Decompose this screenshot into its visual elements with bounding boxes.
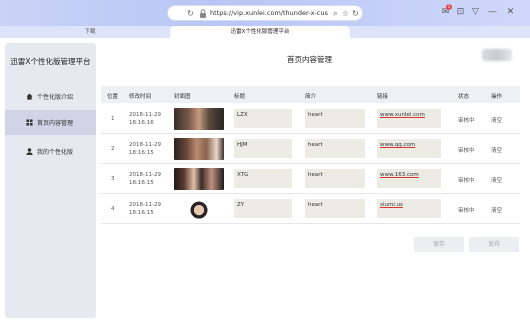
notification-badge: 1 [446, 4, 452, 10]
table-header: 位置 修改时间 封面图 标题 简介 链接 状态 操作 [101, 86, 520, 103]
sidebar-item-home-content[interactable]: 首页内容管理 [5, 110, 96, 135]
user-icon [26, 148, 33, 155]
col-cover: 封面图 [174, 94, 191, 100]
clear-button[interactable]: 清空 [491, 146, 502, 154]
row-index: 4 [111, 206, 115, 212]
row-index: 3 [111, 176, 115, 182]
col-title: 标题 [234, 94, 246, 100]
cover-image[interactable] [174, 108, 224, 130]
clear-button[interactable]: 清空 [491, 206, 502, 214]
tab-management[interactable]: 迅雷X个性化版管理平台 [170, 26, 350, 38]
col-status: 状态 [458, 94, 470, 100]
link-field[interactable]: www.163.com [377, 169, 441, 188]
title-field[interactable]: ZY [234, 199, 292, 218]
lock-icon [200, 9, 206, 18]
row-date: 2018-11-29 [129, 112, 161, 118]
intro-field[interactable]: heart [305, 139, 365, 158]
title-field[interactable]: LZX [234, 109, 292, 128]
row-date: 2018-11-29 [129, 142, 161, 148]
cover-image[interactable] [174, 198, 224, 220]
refresh-icon[interactable]: ↻ [185, 8, 196, 19]
col-action: 操作 [491, 94, 503, 100]
home-icon [26, 93, 33, 100]
app-content: 迅雷X个性化版管理平台 个性化版介绍 首页内容管理 我的个性化版 首页内容管理 … [0, 38, 530, 325]
intro-field[interactable]: heart [305, 109, 365, 128]
save-button[interactable]: 保存 [414, 237, 464, 252]
status-badge: 审核中 [458, 118, 475, 124]
cover-image[interactable] [174, 168, 224, 190]
page-title: 首页内容管理 [287, 55, 332, 64]
reload-icon[interactable]: ↻ [350, 8, 361, 19]
funnel-icon[interactable]: ▽ [470, 7, 481, 18]
col-modified: 修改时间 [129, 94, 152, 100]
col-position: 位置 [107, 94, 119, 100]
url-text: https://vip.xunlei.com/thunder-x-custom-… [210, 9, 328, 17]
avatar[interactable] [482, 49, 512, 61]
col-link: 链接 [377, 94, 389, 100]
sidebar: 迅雷X个性化版管理平台 个性化版介绍 首页内容管理 我的个性化版 [5, 43, 96, 318]
lock-shield-icon[interactable]: ⊡ [455, 7, 466, 18]
link-field[interactable]: www.qq.com [377, 139, 441, 158]
grid-icon [26, 119, 33, 126]
table-row: 2 2018-11-29 18:16:15 HJM heart www.qq.c… [101, 134, 520, 164]
link-field[interactable]: www.xunlei.com [377, 109, 441, 128]
close-icon[interactable]: ✕ [505, 7, 516, 18]
clear-button[interactable]: 清空 [491, 116, 502, 124]
browser-toolbar: ‹ › ↻ https://vip.xunlei.com/thunder-x-c… [0, 0, 530, 26]
table-row: 4 2018-11-29 18:16:15 ZY heart siumi.us … [101, 194, 520, 224]
row-time: 18:16:15 [129, 180, 154, 186]
row-index: 2 [111, 146, 115, 152]
intro-field[interactable]: heart [305, 169, 365, 188]
row-index: 1 [111, 116, 115, 122]
sidebar-item-intro[interactable]: 个性化版介绍 [5, 84, 96, 109]
title-field[interactable]: HJM [234, 139, 292, 158]
status-badge: 审核中 [458, 178, 475, 184]
row-time: 18:16:16 [129, 120, 154, 126]
status-badge: 审核中 [458, 208, 475, 214]
publish-button[interactable]: 发布 [469, 237, 519, 252]
link-field[interactable]: siumi.us [377, 199, 441, 218]
row-date: 2018-11-29 [129, 172, 161, 178]
tab-download[interactable]: 下载 [50, 26, 130, 38]
row-time: 18:16:15 [129, 210, 154, 216]
sidebar-title: 迅雷X个性化版管理平台 [10, 57, 91, 66]
cover-image[interactable] [174, 138, 224, 160]
sidebar-item-my-version[interactable]: 我的个性化版 [5, 139, 96, 164]
row-date: 2018-11-29 [129, 202, 161, 208]
intro-field[interactable]: heart [305, 199, 365, 218]
row-time: 18:16:15 [129, 150, 154, 156]
tab-bar: 下载 迅雷X个性化版管理平台 [0, 26, 530, 38]
col-intro: 简介 [305, 94, 317, 100]
table-row: 3 2018-11-29 18:16:15 XTG heart www.163.… [101, 164, 520, 194]
minimize-icon[interactable]: — [487, 7, 498, 18]
status-badge: 审核中 [458, 148, 475, 154]
table-row: 1 2018-11-29 18:16:16 LZX heart www.xunl… [101, 104, 520, 134]
clear-button[interactable]: 清空 [491, 176, 502, 184]
address-bar[interactable]: ↻ https://vip.xunlei.com/thunder-x-custo… [167, 5, 363, 21]
title-field[interactable]: XTG [234, 169, 292, 188]
